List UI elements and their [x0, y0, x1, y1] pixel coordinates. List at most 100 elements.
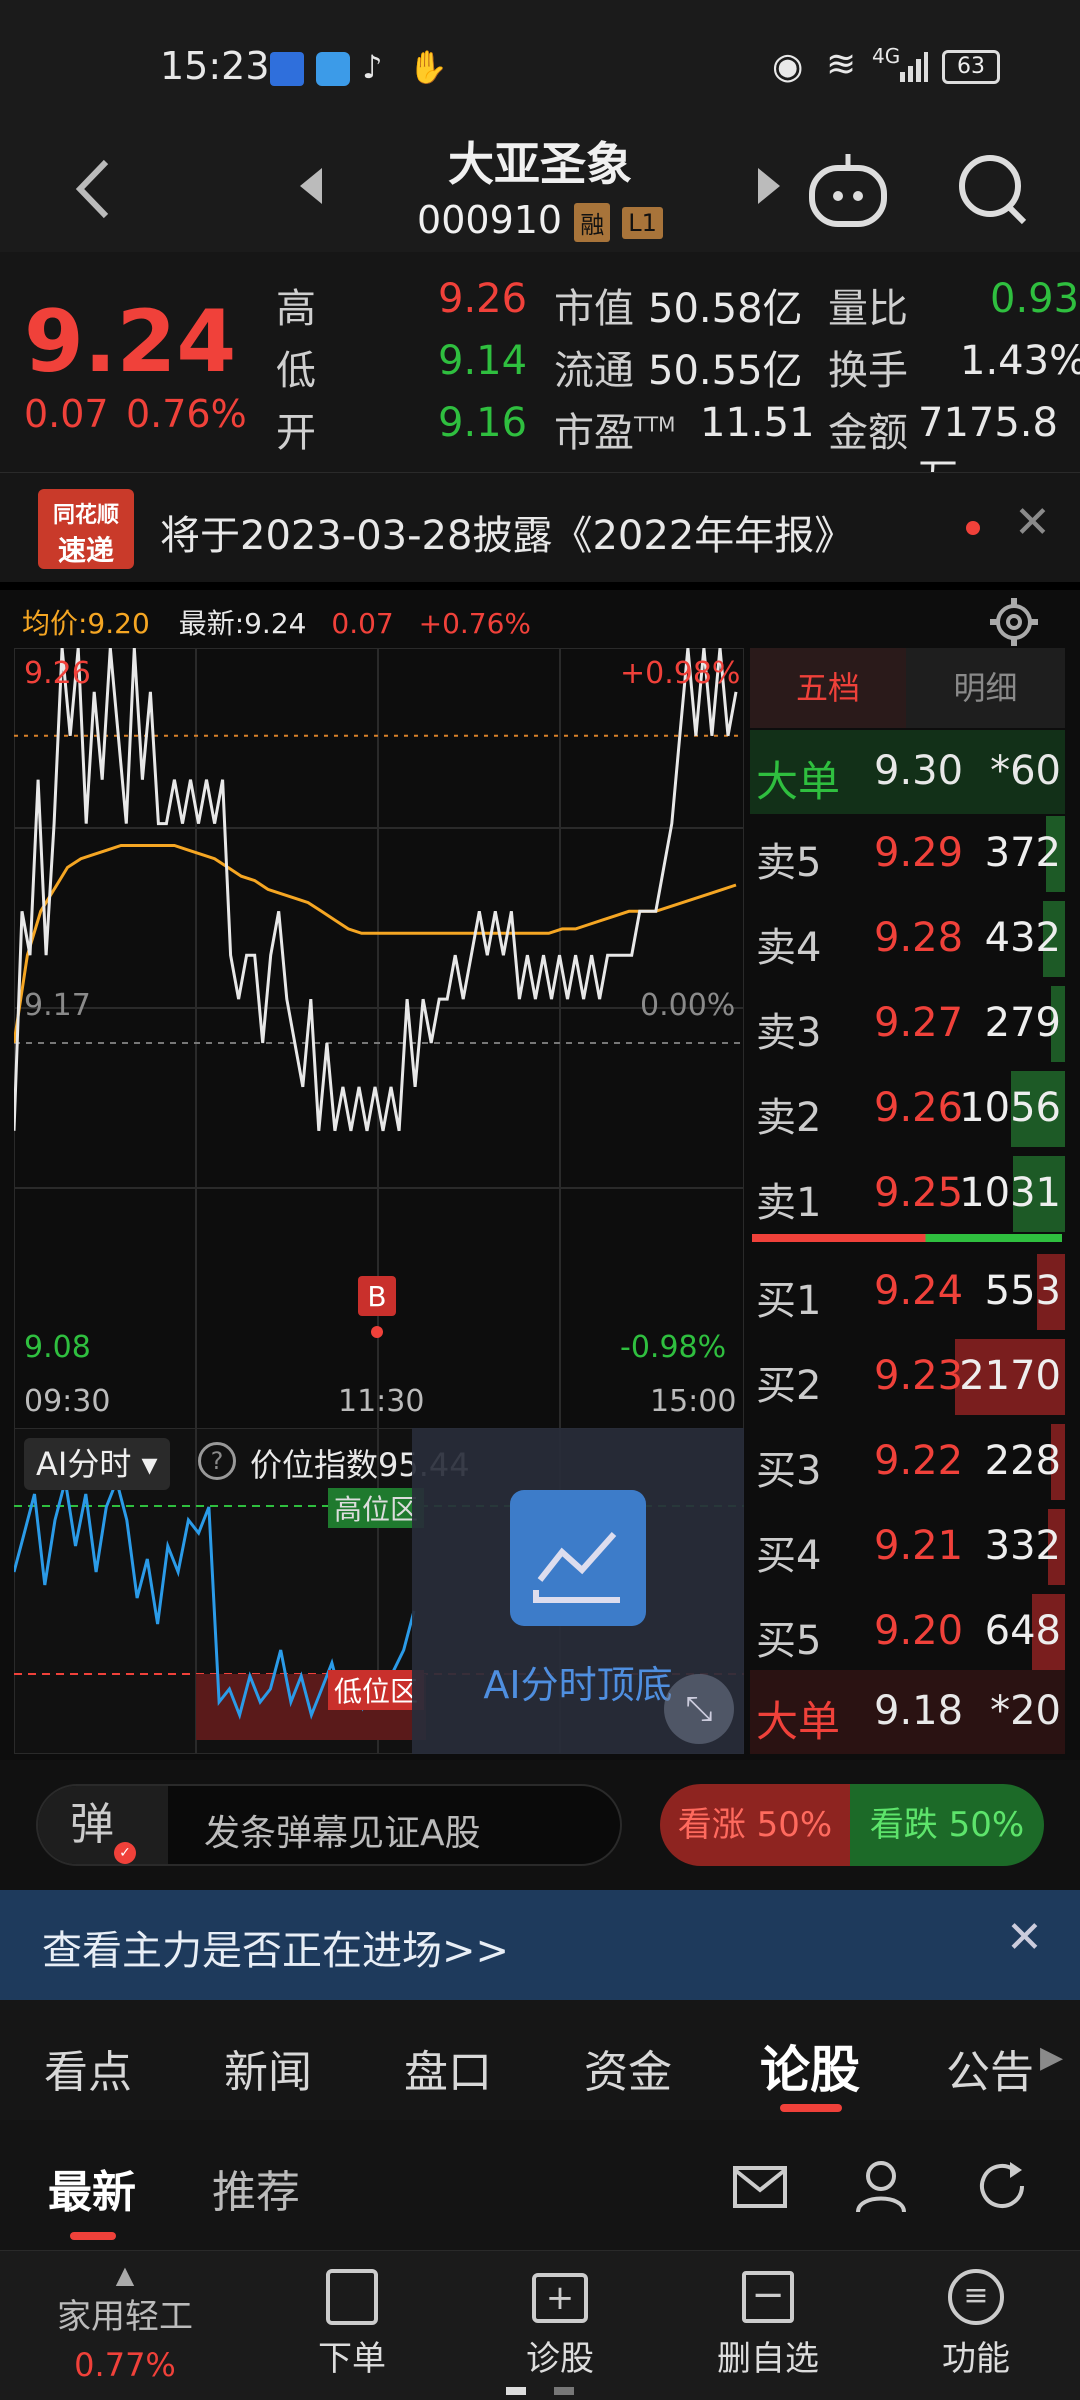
ask-price: 9.28 — [874, 915, 964, 961]
pct-mid-label: 0.00% — [640, 988, 736, 1023]
expand-icon[interactable]: ⤡ — [664, 1674, 734, 1744]
remove-watchlist-label: 删自选 — [717, 2339, 819, 2379]
tab-forum[interactable]: 论股 — [760, 2030, 860, 2102]
next-stock-button[interactable] — [754, 166, 784, 206]
buy-marker[interactable]: B — [358, 1276, 396, 1338]
order-button[interactable]: 下单 — [292, 2269, 412, 2380]
price-change: 0.07 — [24, 392, 109, 436]
danmu-icon-label: 弹 — [70, 1799, 114, 1850]
bid-row: 买5 9.20 648 — [750, 1590, 1065, 1674]
tab-details[interactable]: 明细 — [906, 648, 1065, 728]
ask-row: 卖4 9.28 432 — [750, 897, 1065, 981]
bottom-nav: ▲ 家用轻工 0.77% 下单 + 诊股 − 删自选 ≡ 功能 — [0, 2250, 1080, 2400]
remove-watchlist-button[interactable]: − 删自选 — [708, 2269, 828, 2380]
battery-icon: 63 — [942, 50, 1000, 84]
current-price: 9.24 — [24, 292, 237, 392]
tab-pankou[interactable]: 盘口 — [404, 2036, 492, 2100]
subtab-indicator — [70, 2232, 116, 2240]
intraday-chart[interactable]: B — [14, 648, 744, 1438]
ask-price: 9.29 — [874, 830, 964, 876]
ths-logo-bottom: 速递 — [57, 534, 114, 567]
sector-button[interactable]: ▲ 家用轻工 0.77% — [20, 2261, 230, 2384]
chart-trend-icon — [510, 1490, 646, 1626]
ask-price: 9.27 — [874, 1000, 964, 1046]
ask-label: 卖1 — [756, 1180, 822, 1226]
bear-button[interactable]: 看跌 50% — [850, 1784, 1044, 1866]
bid-label: 买2 — [756, 1363, 822, 1409]
ask-row: 卖5 9.29 372 — [750, 812, 1065, 896]
order-doc-icon — [326, 2269, 378, 2325]
notice-bar[interactable]: 同花顺 速递 将于2023-03-28披露《2022年年报》 ✕ — [0, 472, 1080, 582]
big-buy-price: 9.18 — [874, 1688, 964, 1734]
bid-price: 9.24 — [874, 1268, 964, 1314]
danmu-icon: 弹✓ — [38, 1786, 168, 1864]
bull-button[interactable]: 看涨 50% — [660, 1784, 850, 1866]
refresh-icon[interactable] — [974, 2158, 1030, 2214]
tiktok-icon: ♪ — [362, 48, 383, 86]
mail-icon[interactable] — [732, 2162, 788, 2212]
back-button[interactable] — [66, 154, 126, 224]
ask-price: 9.26 — [874, 1085, 964, 1131]
tab-five-levels[interactable]: 五档 — [750, 648, 906, 728]
status-time: 15:23 — [160, 44, 270, 88]
battery-level: 63 — [957, 54, 985, 79]
danmu-placeholder: 发条弹幕见证A股 — [204, 1813, 481, 1854]
network-label: 4G — [872, 44, 901, 68]
user-icon[interactable] — [854, 2158, 908, 2214]
bid-row: 买4 9.21 332 — [750, 1505, 1065, 1589]
danmu-input[interactable]: 弹✓ 发条弹幕见证A股 — [36, 1784, 622, 1866]
buy-marker-label: B — [367, 1280, 386, 1313]
bid-price: 9.23 — [874, 1353, 964, 1399]
price-line — [14, 648, 738, 1132]
big-buy-row: 大单 9.18 *20 — [750, 1670, 1065, 1754]
x-label-mid: 11:30 — [338, 1384, 425, 1419]
settings-gear-icon[interactable] — [988, 596, 1040, 648]
tab-announcement[interactable]: 公告 — [946, 2036, 1034, 2100]
tab-news[interactable]: 新闻 — [224, 2036, 312, 2100]
diagnose-button[interactable]: + 诊股 — [500, 2269, 620, 2380]
functions-button[interactable]: ≡ 功能 — [916, 2269, 1036, 2380]
banner-close-icon[interactable]: ✕ — [1006, 1912, 1043, 1963]
prev-stock-button[interactable] — [296, 166, 326, 206]
bid-qty: 228 — [984, 1438, 1061, 1484]
ths-logo: 同花顺 速递 — [38, 489, 134, 569]
volratio-label: 量比 — [828, 286, 908, 332]
big-buy-label: 大单 — [756, 1697, 841, 1746]
help-icon[interactable]: ? — [198, 1442, 236, 1480]
tab-funds[interactable]: 资金 — [584, 2036, 672, 2100]
ask-label: 卖4 — [756, 925, 822, 971]
tab-kandian[interactable]: 看点 — [44, 2036, 132, 2100]
chart-area: 均价:9.20 最新:9.24 0.07 +0.76% B 9.26 9.17 … — [0, 590, 1080, 1760]
notice-close-icon[interactable]: ✕ — [1014, 497, 1051, 548]
robot-assistant-icon[interactable] — [806, 148, 890, 232]
minus-box-icon: − — [742, 2271, 794, 2323]
bid-row: 买1 9.24 553 — [750, 1250, 1065, 1334]
bid-row: 买2 9.23 2170 — [750, 1335, 1065, 1419]
bid-row: 买3 9.22 228 — [750, 1420, 1065, 1504]
forum-subtabs: 最新 推荐 — [0, 2120, 1080, 2250]
avg-price-line — [14, 844, 737, 1044]
subtab-latest[interactable]: 最新 — [48, 2156, 136, 2220]
chevron-right-icon[interactable]: ▶ — [1040, 2040, 1063, 2075]
y-bottom-label: 9.08 — [24, 1330, 91, 1365]
search-icon[interactable] — [952, 148, 1032, 232]
pe-ttm-label: TTM — [634, 412, 676, 437]
ai-locked-overlay[interactable]: AI分时顶底 ⤡ — [412, 1428, 744, 1754]
bid-price: 9.20 — [874, 1608, 964, 1654]
sector-pct: 0.77% — [74, 2346, 176, 2384]
float-label: 流通 — [554, 348, 634, 394]
open-label: 开 — [276, 410, 316, 456]
status-bar: 15:23 ♪ ✋ ◉ ≋ 4G 63 — [0, 0, 1080, 130]
turnover-value: 1.43% — [960, 338, 1080, 384]
ask-label: 卖2 — [756, 1095, 822, 1141]
active-tab-indicator — [780, 2104, 842, 2112]
main-force-banner[interactable]: 查看主力是否正在进场>> ✕ — [0, 1890, 1080, 2000]
ask-price: 9.25 — [874, 1170, 964, 1216]
subtab-recommend[interactable]: 推荐 — [212, 2156, 300, 2220]
ai-selector-dropdown[interactable]: AI分时 ▾ — [24, 1438, 170, 1490]
header-change-pct: +0.76% — [418, 607, 532, 640]
ask-qty: 279 — [984, 1000, 1061, 1046]
open-value: 9.16 — [438, 400, 528, 446]
y-mid-label: 9.17 — [24, 988, 91, 1023]
bid-price: 9.21 — [874, 1523, 964, 1569]
